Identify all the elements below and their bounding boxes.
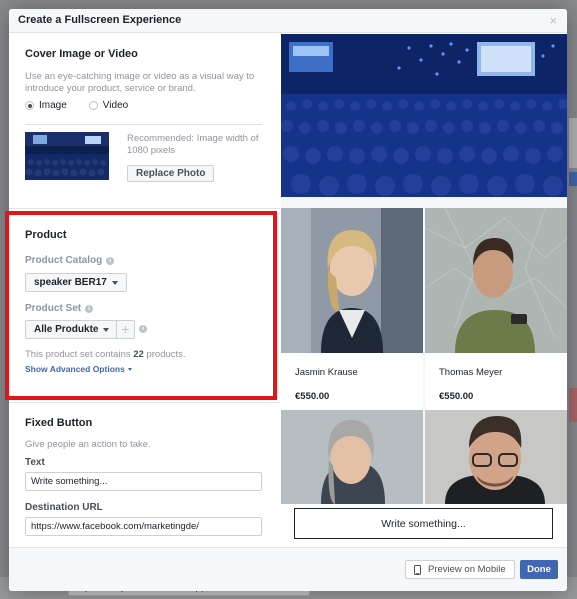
- video-radio-label[interactable]: Video: [103, 100, 128, 111]
- cover-description: Use an eye-catching image or video as a …: [25, 71, 255, 94]
- divider: [9, 402, 280, 403]
- product-card-thomas[interactable]: Thomas Meyer €550.00: [425, 353, 567, 410]
- product-price: €550.00: [295, 391, 330, 402]
- product-price: €550.00: [439, 391, 474, 402]
- close-icon[interactable]: ×: [549, 13, 557, 28]
- background-highlight: [569, 388, 577, 422]
- done-button[interactable]: Done: [520, 560, 558, 579]
- product-highlight-annotation: [5, 211, 277, 400]
- product-name: Thomas Meyer: [439, 367, 503, 378]
- dialog-header: Create a Fullscreen Experience ×: [9, 9, 567, 33]
- divider: [9, 208, 280, 209]
- background-panel: [569, 118, 577, 168]
- button-text-input[interactable]: [25, 472, 262, 491]
- destination-url-label: Destination URL: [25, 502, 103, 513]
- destination-url-input[interactable]: [25, 517, 262, 536]
- media-type-radio-group: Image Video: [25, 100, 128, 111]
- image-radio[interactable]: [25, 101, 34, 110]
- dialog-footer: Preview on Mobile Done: [9, 547, 567, 591]
- product-image-thomas[interactable]: [425, 208, 567, 353]
- cover-image-preview: [281, 34, 567, 197]
- background-button: [569, 172, 577, 186]
- fixed-button-section-title: Fixed Button: [25, 417, 93, 429]
- button-text-label: Text: [25, 457, 45, 468]
- mobile-phone-icon: [414, 564, 421, 575]
- video-radio[interactable]: [88, 101, 98, 110]
- fixed-button-description: Give people an action to take.: [25, 439, 151, 450]
- cta-preview-button[interactable]: Write something...: [294, 508, 553, 539]
- cover-section-title: Cover Image or Video: [25, 48, 138, 60]
- product-image-3[interactable]: [281, 410, 423, 504]
- preview-on-mobile-button[interactable]: Preview on Mobile: [405, 560, 515, 579]
- fixed-button-preview: Write something...: [281, 504, 567, 547]
- preview-on-mobile-label: Preview on Mobile: [428, 564, 506, 575]
- dialog-title: Create a Fullscreen Experience: [18, 14, 182, 26]
- image-radio-label[interactable]: Image: [39, 100, 67, 111]
- image-recommendation: Recommended: Image width of 1080 pixels: [127, 133, 259, 156]
- cover-thumbnail: [25, 132, 109, 180]
- mobile-preview-panel: Jasmin Krause €550.00 Thomas Meyer €550.…: [281, 34, 567, 547]
- product-image-4[interactable]: [425, 410, 567, 504]
- replace-photo-button[interactable]: Replace Photo: [127, 165, 215, 182]
- product-image-jasmin[interactable]: [281, 208, 423, 353]
- divider: [25, 124, 262, 125]
- product-name: Jasmin Krause: [295, 367, 358, 378]
- product-card-jasmin[interactable]: Jasmin Krause €550.00: [281, 353, 423, 410]
